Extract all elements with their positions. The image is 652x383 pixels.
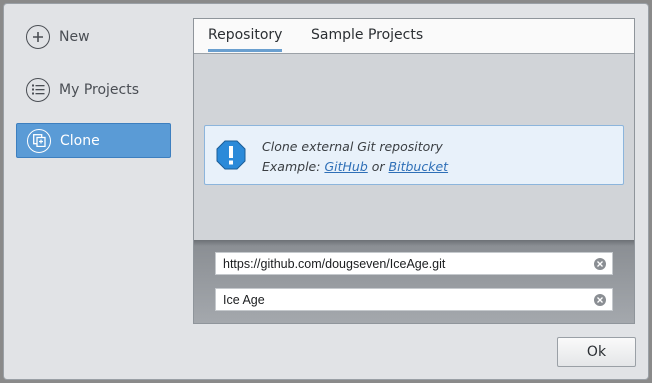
- clear-icon: [597, 297, 603, 303]
- project-name-value: Ice Age: [223, 292, 265, 307]
- clear-icon: [597, 261, 603, 267]
- clone-dialog: New My Projects Clone Repository Sample …: [3, 3, 649, 380]
- tab-repository[interactable]: Repository: [208, 27, 283, 52]
- info-title: Clone external Git repository: [262, 139, 443, 154]
- info-text: Clone external Git repository Example: G…: [262, 137, 448, 177]
- info-example: Example: GitHub or Bitbucket: [262, 157, 448, 177]
- input-area: https://github.com/dougseven/IceAge.git …: [194, 240, 634, 323]
- exclamation-icon: [215, 139, 247, 175]
- plus-circle-icon: [26, 24, 50, 49]
- sidebar-item-label: My Projects: [59, 81, 140, 98]
- repository-url-value: https://github.com/dougseven/IceAge.git: [223, 256, 446, 271]
- clear-url-button[interactable]: [594, 258, 606, 270]
- example-prefix: Example:: [262, 159, 321, 174]
- sidebar-item-label: New: [59, 28, 90, 45]
- info-box: Clone external Git repository Example: G…: [204, 125, 624, 185]
- main-panel: Repository Sample Projects Clone externa…: [193, 18, 635, 324]
- sidebar-item-label: Clone: [60, 132, 100, 149]
- ok-button[interactable]: Ok: [557, 337, 636, 367]
- sidebar-item-clone[interactable]: Clone: [16, 123, 171, 158]
- list-icon: [26, 77, 50, 102]
- sidebar-item-my-projects[interactable]: My Projects: [16, 72, 171, 107]
- tab-bar: Repository Sample Projects: [194, 19, 634, 54]
- bitbucket-link[interactable]: Bitbucket: [389, 159, 449, 174]
- github-link[interactable]: GitHub: [324, 159, 367, 174]
- clone-icon: [27, 128, 51, 153]
- clear-name-button[interactable]: [594, 294, 606, 306]
- sidebar-item-new[interactable]: New: [16, 19, 171, 54]
- repository-url-input[interactable]: https://github.com/dougseven/IceAge.git: [215, 252, 613, 275]
- project-name-input[interactable]: Ice Age: [215, 288, 613, 311]
- tab-sample-projects[interactable]: Sample Projects: [311, 27, 423, 49]
- or-text: or: [371, 159, 385, 174]
